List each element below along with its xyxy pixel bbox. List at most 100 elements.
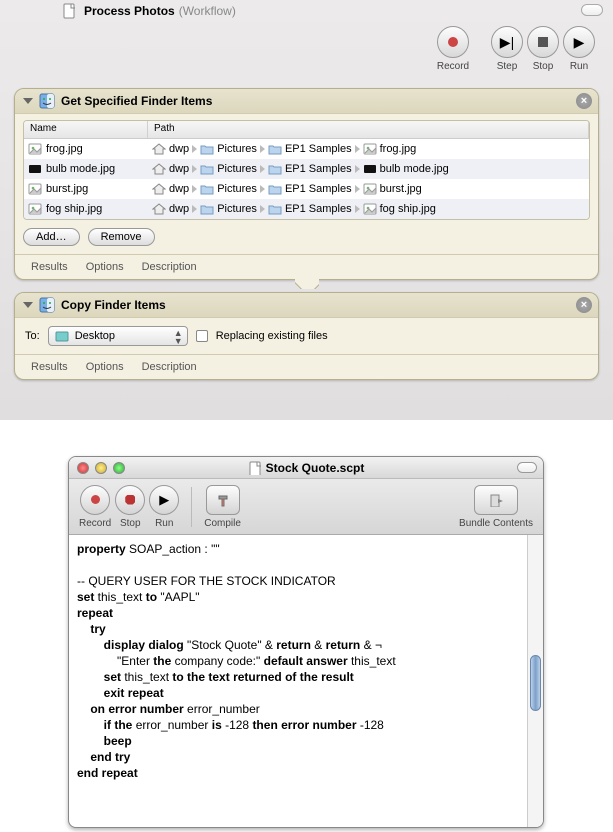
file-icon (363, 142, 377, 156)
connector-notch (295, 279, 319, 289)
table-row[interactable]: frog.jpgdwpPicturesEP1 Samplesfrog.jpg (24, 139, 589, 159)
home-icon (152, 162, 166, 176)
script-toolbar: Record Stop ▶ Run Compile Bundle Content… (69, 479, 543, 535)
path-segment: dwp (169, 163, 189, 175)
home-icon (152, 182, 166, 196)
tab-results[interactable]: Results (31, 361, 68, 373)
path-segment: burst.jpg (380, 183, 422, 195)
close-icon[interactable]: × (576, 93, 592, 109)
column-header-name[interactable]: Name (24, 121, 148, 138)
chevron-right-icon (192, 165, 197, 173)
path-segment: EP1 Samples (285, 163, 352, 175)
record-icon (448, 37, 458, 47)
disclosure-triangle[interactable] (23, 302, 33, 308)
script-doc-icon (248, 461, 262, 475)
record-icon (91, 495, 100, 504)
file-name: bulb mode.jpg (46, 163, 115, 175)
path-segment: fog ship.jpg (380, 203, 436, 215)
file-icon (363, 182, 377, 196)
column-header-path[interactable]: Path (148, 121, 589, 138)
window-titlebar: Process Photos (Workflow) (0, 0, 613, 22)
desktop-icon (55, 329, 69, 343)
bundle-label: Bundle Contents (459, 518, 533, 529)
folder-icon (200, 182, 214, 196)
scrollbar-track[interactable] (527, 535, 543, 827)
tab-description[interactable]: Description (142, 261, 197, 273)
remove-button[interactable]: Remove (88, 228, 155, 246)
zoom-window-button[interactable] (113, 462, 125, 474)
tab-results[interactable]: Results (31, 261, 68, 273)
bundle-contents-button[interactable] (474, 485, 518, 515)
script-code-area[interactable]: property SOAP_action : "" -- QUERY USER … (69, 535, 527, 827)
close-icon[interactable]: × (576, 297, 592, 313)
stop-label: Stop (120, 518, 141, 529)
path-segment: Pictures (217, 203, 257, 215)
chevron-right-icon (192, 185, 197, 193)
run-label: Run (155, 518, 173, 529)
toolbar-toggle-pill[interactable] (517, 462, 537, 473)
stop-icon (125, 495, 135, 505)
table-row[interactable]: burst.jpgdwpPicturesEP1 Samplesburst.jpg (24, 179, 589, 199)
disclosure-triangle[interactable] (23, 98, 33, 104)
scrollbar-thumb[interactable] (530, 655, 541, 711)
chevron-right-icon (192, 145, 197, 153)
record-label: Record (437, 61, 469, 72)
run-button[interactable]: ▶ (563, 26, 595, 58)
stop-button[interactable] (527, 26, 559, 58)
table-row[interactable]: bulb mode.jpgdwpPicturesEP1 Samplesbulb … (24, 159, 589, 179)
folder-icon (268, 202, 282, 216)
step-label: Step (489, 61, 525, 72)
script-editor-window: Stock Quote.scpt Record Stop ▶ Run Compi… (68, 456, 544, 828)
bundle-icon (489, 493, 503, 507)
path-segment: EP1 Samples (285, 203, 352, 215)
tab-options[interactable]: Options (86, 361, 124, 373)
run-button[interactable]: ▶ (149, 485, 179, 515)
home-icon (152, 202, 166, 216)
path-segment: Pictures (217, 183, 257, 195)
automator-toolbar: Record ▶| ▶ Step Stop Run (0, 22, 613, 88)
path-segment: dwp (169, 143, 189, 155)
folder-icon (268, 162, 282, 176)
path-segment: Pictures (217, 143, 257, 155)
path-segment: EP1 Samples (285, 183, 352, 195)
script-titlebar[interactable]: Stock Quote.scpt (69, 457, 543, 479)
record-button[interactable] (437, 26, 469, 58)
automator-window: Process Photos (Workflow) Record ▶| ▶ St… (0, 0, 613, 420)
chevron-right-icon (355, 185, 360, 193)
minimize-window-button[interactable] (95, 462, 107, 474)
finder-icon (39, 93, 55, 109)
stop-icon (538, 37, 548, 47)
chevron-right-icon (260, 145, 265, 153)
home-icon (152, 142, 166, 156)
chevron-right-icon (355, 205, 360, 213)
chevron-right-icon (260, 205, 265, 213)
action-title: Copy Finder Items (61, 298, 166, 312)
script-title: Stock Quote.scpt (266, 461, 365, 475)
file-icon (363, 202, 377, 216)
tab-description[interactable]: Description (142, 361, 197, 373)
destination-dropdown[interactable]: Desktop ▲▼ (48, 326, 188, 346)
toolbar-toggle-pill[interactable] (581, 4, 603, 16)
add-button[interactable]: Add… (23, 228, 80, 246)
folder-icon (268, 182, 282, 196)
play-icon: ▶ (574, 34, 585, 51)
replace-checkbox[interactable] (196, 330, 208, 342)
run-label: Run (561, 61, 597, 72)
folder-icon (268, 142, 282, 156)
chevron-right-icon (260, 165, 265, 173)
chevron-updown-icon: ▲▼ (174, 329, 183, 345)
file-icon (28, 202, 42, 216)
tab-options[interactable]: Options (86, 261, 124, 273)
stop-button[interactable] (115, 485, 145, 515)
file-icon (28, 182, 42, 196)
compile-button[interactable] (206, 485, 240, 515)
step-button[interactable]: ▶| (491, 26, 523, 58)
file-name: frog.jpg (46, 143, 83, 155)
record-button[interactable] (80, 485, 110, 515)
close-window-button[interactable] (77, 462, 89, 474)
path-segment: bulb mode.jpg (380, 163, 449, 175)
file-name: burst.jpg (46, 183, 88, 195)
table-row[interactable]: fog ship.jpgdwpPicturesEP1 Samplesfog sh… (24, 199, 589, 219)
folder-icon (200, 162, 214, 176)
file-icon (28, 142, 42, 156)
